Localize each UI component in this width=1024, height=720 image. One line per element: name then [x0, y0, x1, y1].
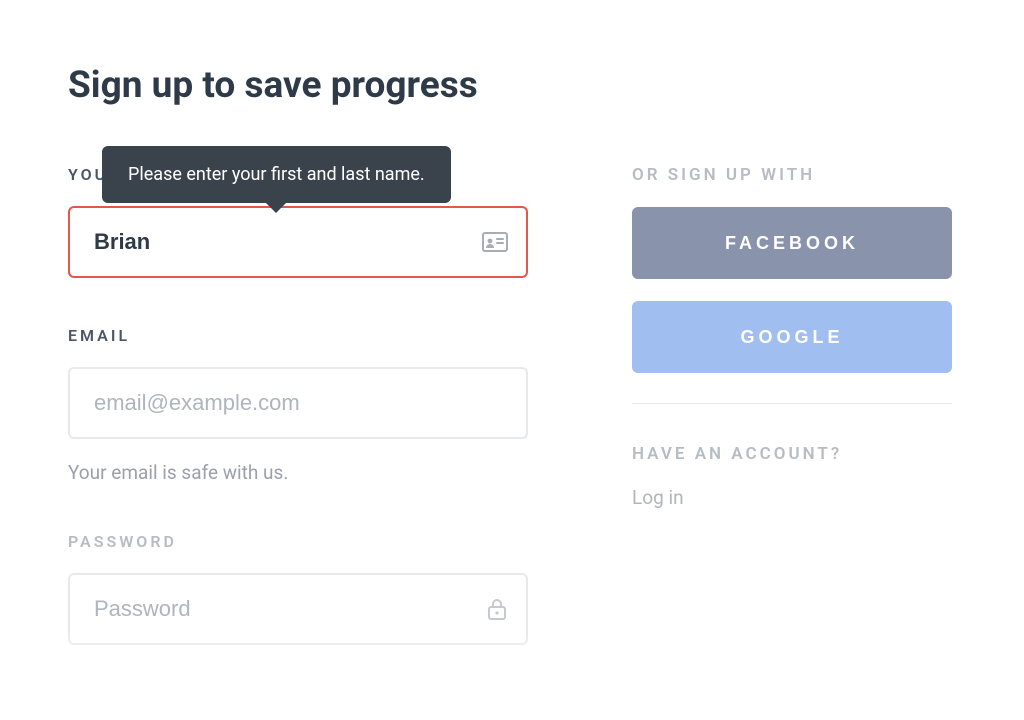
name-field-block: YOUR NAME Please enter your first and la…: [68, 165, 528, 278]
name-input-row: Please enter your first and last name.: [68, 206, 528, 278]
social-label: OR SIGN UP WITH: [632, 165, 952, 185]
password-input-row: [68, 573, 528, 645]
email-label: EMAIL: [68, 326, 528, 345]
name-input[interactable]: [68, 206, 528, 278]
password-label: PASSWORD: [68, 532, 528, 551]
facebook-button[interactable]: FACEBOOK: [632, 207, 952, 279]
login-link[interactable]: Log in: [632, 486, 684, 509]
email-input[interactable]: [68, 367, 528, 439]
email-helper-text: Your email is safe with us.: [68, 461, 528, 484]
lock-icon: [486, 597, 508, 621]
page-title: Sign up to save progress: [68, 64, 956, 107]
id-card-icon: [482, 232, 508, 252]
password-field-block: PASSWORD: [68, 532, 528, 645]
password-input[interactable]: [68, 573, 528, 645]
email-field-block: EMAIL Your email is safe with us.: [68, 326, 528, 484]
google-button[interactable]: GOOGLE: [632, 301, 952, 373]
email-input-row: [68, 367, 528, 439]
have-account-label: HAVE AN ACCOUNT?: [632, 444, 952, 464]
name-error-tooltip: Please enter your first and last name.: [102, 146, 451, 203]
divider: [632, 403, 952, 404]
